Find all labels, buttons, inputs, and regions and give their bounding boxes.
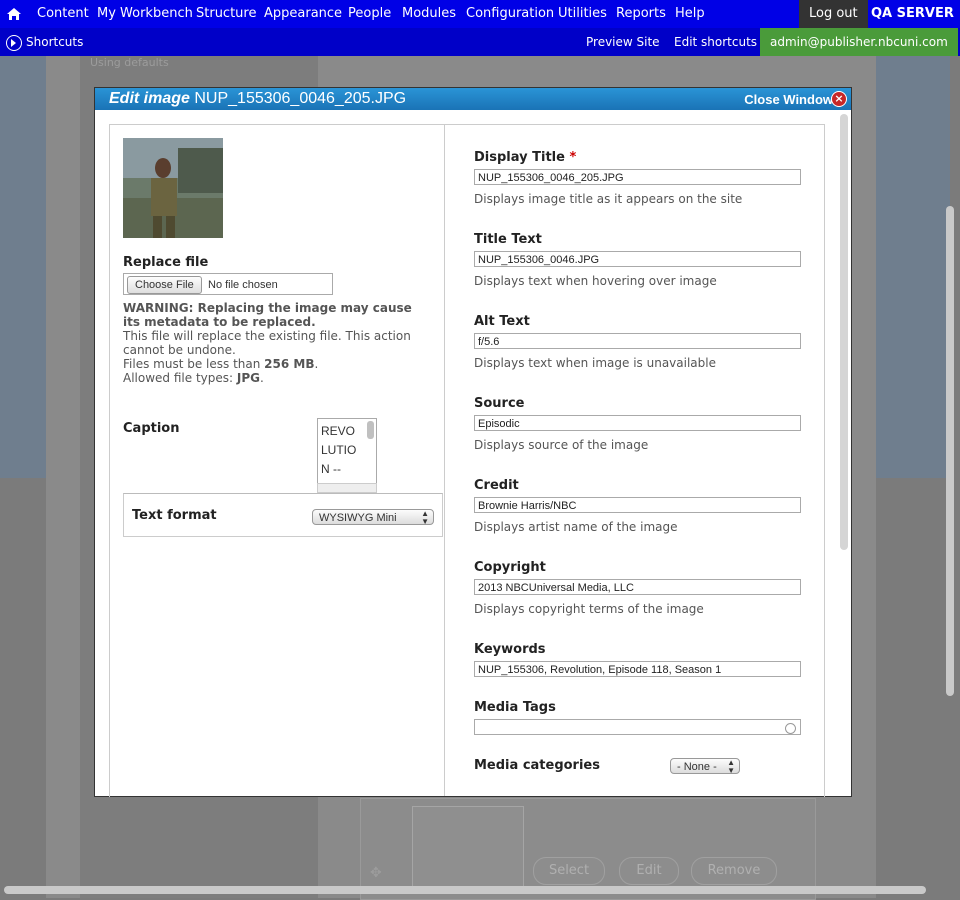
choose-file-button[interactable]: Choose File [127,276,202,294]
menu-my-workbench[interactable]: My Workbench [97,0,193,28]
replace-note: This file will replace the existing file… [123,329,411,357]
file-upload-input[interactable]: Choose File No file chosen [123,273,333,295]
replace-warning: WARNING: Replacing the image may cause i… [123,301,412,329]
text-format-wrapper: Text format WYSIWYG Mini ▲ ▼ [123,493,443,537]
alt-text-input[interactable]: f/5.6 [474,333,801,349]
logout-link[interactable]: Log out [799,0,868,28]
display-title-label: Display Title * [474,150,577,165]
menu-help[interactable]: Help [675,0,705,28]
horizontal-scrollbar[interactable] [4,886,926,894]
allowed-file-types: JPG [236,371,260,385]
text-format-select[interactable]: WYSIWYG Mini ▲ ▼ [312,509,434,526]
source-input[interactable]: Episodic [474,415,801,431]
media-categories-label: Media categories [474,758,600,773]
menu-structure[interactable]: Structure [196,0,256,28]
alt-text-help: Displays text when image is unavailable [474,356,716,370]
edit-image-dialog: Edit image NUP_155306_0046_205.JPG Close… [94,87,852,797]
user-account-link[interactable]: admin@publisher.nbcuni.com [760,28,958,56]
replace-file-label: Replace file [123,255,209,270]
title-text-help: Displays text when hovering over image [474,274,717,288]
server-label: QA SERVER [871,6,954,21]
keywords-label: Keywords [474,642,546,657]
credit-input[interactable]: Brownie Harris/NBC [474,497,801,513]
replace-file-help: WARNING: Replacing the image may cause i… [123,301,412,385]
drag-handle-icon: ✥ [370,865,382,881]
title-text-label: Title Text [474,232,542,247]
no-file-chosen-text: No file chosen [208,279,278,291]
background-header [0,56,46,478]
shortcuts-toggle-icon[interactable] [6,35,22,51]
dialog-scrollbar[interactable] [840,114,848,550]
admin-toolbar: Content My Workbench Structure Appearanc… [0,0,960,28]
copyright-input[interactable]: 2013 NBCUniversal Media, LLC [474,579,801,595]
display-title-input[interactable]: NUP_155306_0046_205.JPG [474,169,801,185]
menu-reports[interactable]: Reports [616,0,666,28]
title-text-input[interactable]: NUP_155306_0046.JPG [474,251,801,267]
credit-label: Credit [474,478,519,493]
copyright-help: Displays copyright terms of the image [474,602,704,616]
keywords-input[interactable]: NUP_155306, Revolution, Episode 118, Sea… [474,661,801,677]
select-arrows-icon: ▲ ▼ [727,758,735,775]
dialog-title: Edit image NUP_155306_0046_205.JPG [109,90,407,107]
caption-label: Caption [123,421,180,436]
alt-text-label: Alt Text [474,314,530,329]
background-thumbnail [412,806,524,888]
source-label: Source [474,396,525,411]
media-tags-input[interactable] [474,719,801,735]
page-scrollbar[interactable] [946,206,954,696]
source-help: Displays source of the image [474,438,649,452]
close-window-link[interactable]: Close Window [744,88,833,112]
menu-utilities[interactable]: Utilities [558,0,607,28]
dialog-title-bar: Edit image NUP_155306_0046_205.JPG Close… [95,88,851,110]
close-icon[interactable]: × [831,91,847,107]
select-button[interactable]: Select [533,857,605,885]
edit-shortcuts-link[interactable]: Edit shortcuts [674,28,757,56]
media-categories-select[interactable]: - None - ▲ ▼ [670,758,740,775]
menu-modules[interactable]: Modules [402,0,456,28]
menu-content[interactable]: Content [37,0,89,28]
home-icon[interactable] [6,6,22,22]
menu-configuration[interactable]: Configuration [466,0,554,28]
select-arrows-icon: ▲ ▼ [421,509,429,526]
caption-resize-grip[interactable] [317,483,377,493]
shortcuts-toggle[interactable]: Shortcuts [26,28,83,56]
text-format-label: Text format [132,508,217,523]
remove-button[interactable]: Remove [691,857,777,885]
autocomplete-icon [785,723,796,734]
using-defaults-text: Using defaults [90,56,169,69]
credit-help: Displays artist name of the image [474,520,678,534]
menu-appearance[interactable]: Appearance [264,0,342,28]
shortcuts-bar: Shortcuts Preview Site Edit shortcuts ad… [0,28,960,56]
menu-people[interactable]: People [348,0,391,28]
caption-scrollbar[interactable] [367,421,374,439]
column-divider [444,124,445,796]
display-title-help: Displays image title as it appears on th… [474,192,743,206]
media-tags-label: Media Tags [474,700,556,715]
edit-button[interactable]: Edit [619,857,679,885]
preview-site-link[interactable]: Preview Site [586,28,660,56]
required-marker: * [569,150,577,165]
image-thumbnail [123,138,223,238]
copyright-label: Copyright [474,560,546,575]
background-header-right [876,56,950,478]
max-file-size: 256 MB [264,357,315,371]
